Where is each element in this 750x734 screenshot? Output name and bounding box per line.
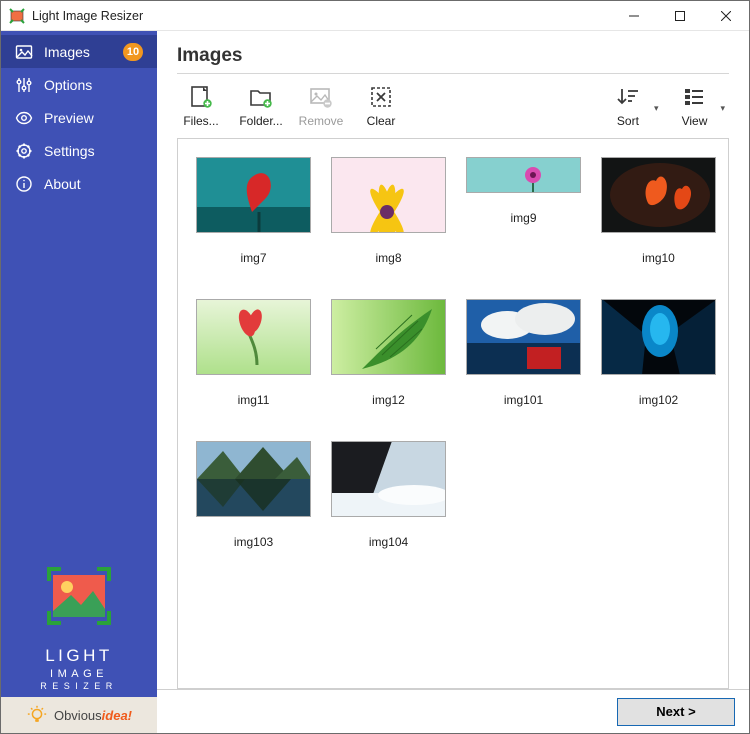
thumbnail-label: img10 (642, 251, 675, 265)
sort-dropdown[interactable]: Sort ▾ (604, 84, 659, 128)
gear-icon (15, 142, 33, 160)
thumbnail-image (601, 157, 716, 233)
minimize-button[interactable] (611, 1, 657, 31)
thumbnail-image (601, 299, 716, 375)
app-window: Light Image Resizer Images 10 (0, 0, 750, 734)
add-folder-button[interactable]: Folder... (237, 84, 285, 128)
maximize-button[interactable] (657, 1, 703, 31)
sidebar-item-preview[interactable]: Preview (1, 101, 157, 134)
thumbnail[interactable]: img102 (601, 299, 716, 407)
sidebar-item-about[interactable]: About (1, 167, 157, 200)
vendor-label: Obviousidea! (54, 708, 132, 723)
chevron-down-icon: ▾ (720, 103, 725, 114)
sidebar-item-label: Preview (44, 110, 94, 126)
sidebar: Images 10 Options Preview (1, 31, 157, 733)
file-add-icon (188, 84, 214, 110)
page-title: Images (177, 45, 729, 67)
sort-icon (615, 84, 641, 110)
main-panel: Images Files... Folder... (157, 31, 749, 733)
image-icon (15, 43, 33, 61)
thumbnail-label: img101 (504, 393, 543, 407)
sidebar-item-label: Options (44, 77, 92, 93)
brand-logo: LIGHT IMAGE RESIZER (1, 553, 157, 697)
remove-button[interactable]: Remove (297, 84, 345, 128)
image-remove-icon (308, 84, 334, 110)
thumbnail-label: img12 (372, 393, 405, 407)
thumbnail-label: img8 (375, 251, 401, 265)
folder-add-icon (248, 84, 274, 110)
titlebar[interactable]: Light Image Resizer (1, 1, 749, 31)
thumbnail[interactable]: img12 (331, 299, 446, 407)
next-button[interactable]: Next > (617, 698, 735, 726)
thumbnail[interactable]: img103 (196, 441, 311, 549)
thumbnail-image (196, 299, 311, 375)
thumbnail-image (331, 441, 446, 517)
sidebar-item-label: Settings (44, 143, 95, 159)
sidebar-item-options[interactable]: Options (1, 68, 157, 101)
thumbnail[interactable]: img101 (466, 299, 581, 407)
vendor-link[interactable]: Obviousidea! (1, 697, 157, 733)
thumbnail-image (196, 441, 311, 517)
footer: Next > (157, 689, 749, 733)
sidebar-item-settings[interactable]: Settings (1, 134, 157, 167)
clear-button[interactable]: Clear (357, 84, 405, 128)
sidebar-item-label: Images (44, 44, 90, 60)
sidebar-item-label: About (44, 176, 81, 192)
thumbnails-panel[interactable]: img7 img8 img9 img10 img11 img12 img101 img102 i… (177, 138, 729, 689)
thumbnail[interactable]: img8 (331, 157, 446, 265)
thumbnail-image (331, 299, 446, 375)
view-list-icon (681, 84, 707, 110)
sliders-icon (15, 76, 33, 94)
view-dropdown[interactable]: View ▾ (670, 84, 725, 128)
lightbulb-icon (26, 704, 48, 726)
brand-logo-text: LIGHT IMAGE RESIZER (1, 645, 157, 693)
thumbnail[interactable]: img10 (601, 157, 716, 265)
thumbnail-label: img11 (238, 393, 270, 407)
thumbnail-label: img7 (240, 251, 266, 265)
info-icon (15, 175, 33, 193)
thumbnail-label: img104 (369, 535, 408, 549)
thumbnail-image (466, 299, 581, 375)
thumbnail[interactable]: img7 (196, 157, 311, 265)
sidebar-item-images[interactable]: Images 10 (1, 35, 157, 68)
close-button[interactable] (703, 1, 749, 31)
thumbnail-label: img103 (234, 535, 273, 549)
thumbnail-image (331, 157, 446, 233)
thumbnail-label: img9 (510, 211, 536, 225)
add-files-button[interactable]: Files... (177, 84, 225, 128)
thumbnail[interactable]: img9 (466, 157, 581, 265)
eye-icon (15, 109, 33, 127)
toolbar: Files... Folder... Remove (177, 74, 729, 138)
brand-logo-icon (37, 561, 121, 631)
thumbnail[interactable]: img104 (331, 441, 446, 549)
thumbnail-image (466, 157, 581, 193)
nav: Images 10 Options Preview (1, 31, 157, 200)
thumbnail-image (196, 157, 311, 233)
clear-icon (368, 84, 394, 110)
app-icon (9, 8, 25, 24)
chevron-down-icon: ▾ (654, 103, 659, 114)
window-title: Light Image Resizer (32, 9, 143, 23)
images-count-badge: 10 (123, 43, 143, 61)
thumbnail[interactable]: img11 (196, 299, 311, 407)
thumbnail-label: img102 (639, 393, 678, 407)
